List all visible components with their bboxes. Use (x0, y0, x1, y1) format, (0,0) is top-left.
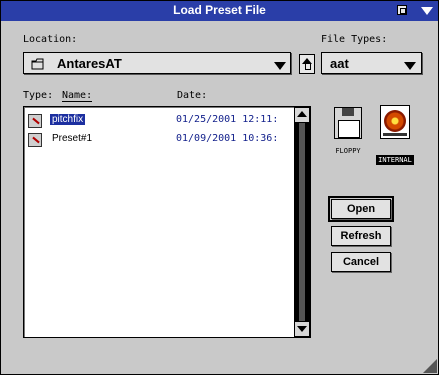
file-date: 01/09/2001 10:36: (176, 133, 279, 144)
file-types-popup[interactable]: aat (321, 52, 422, 74)
down-arrow-icon (297, 326, 307, 332)
chevron-down-icon (274, 62, 286, 70)
document-icon (28, 133, 42, 147)
location-label: Location: (23, 34, 78, 45)
cancel-button[interactable]: Cancel (331, 252, 391, 272)
volume-floppy[interactable]: FLOPPY (328, 103, 368, 163)
scroll-track[interactable] (299, 123, 305, 321)
column-name-header[interactable]: Name: (62, 90, 93, 102)
open-button[interactable]: Open (328, 196, 394, 222)
file-name[interactable]: pitchfix (50, 114, 86, 125)
column-type-header[interactable]: Type: (23, 90, 53, 101)
volume-internal[interactable]: INTERNAL (373, 103, 417, 165)
title-bar[interactable]: Load Preset File (1, 1, 438, 21)
vertical-scrollbar[interactable] (294, 107, 310, 337)
parent-folder-button[interactable] (299, 54, 315, 74)
up-arrow-icon (297, 111, 307, 117)
file-types-value: aat (330, 56, 349, 71)
scroll-down-button[interactable] (295, 322, 309, 336)
file-name[interactable]: Preset#1 (50, 133, 94, 144)
list-item[interactable]: pitchfix 01/25/2001 12:11: (28, 113, 294, 129)
file-list[interactable]: pitchfix 01/25/2001 12:11: Preset#1 01/0… (23, 106, 311, 338)
location-value: AntaresAT (57, 56, 122, 71)
chevron-down-icon (404, 62, 416, 70)
volume-label: INTERNAL (376, 155, 414, 165)
volume-label: FLOPPY (335, 147, 361, 155)
collapse-arrow-icon[interactable] (421, 7, 433, 15)
column-date-header[interactable]: Date: (177, 90, 207, 101)
window-title: Load Preset File (173, 3, 266, 17)
hard-drive-icon (380, 105, 410, 139)
document-icon (28, 114, 42, 128)
list-item[interactable]: Preset#1 01/09/2001 10:36: (28, 132, 294, 148)
resize-grip-icon[interactable] (423, 359, 437, 373)
zoom-icon[interactable] (397, 5, 407, 15)
refresh-button[interactable]: Refresh (331, 226, 391, 246)
file-types-label: File Types: (321, 34, 388, 45)
location-popup[interactable]: AntaresAT (23, 52, 291, 74)
scroll-up-button[interactable] (295, 108, 309, 122)
load-preset-dialog: Load Preset File Location: AntaresAT Fil… (0, 0, 439, 375)
folder-icon (31, 56, 45, 70)
floppy-disk-icon (334, 107, 362, 139)
file-date: 01/25/2001 12:11: (176, 114, 279, 125)
